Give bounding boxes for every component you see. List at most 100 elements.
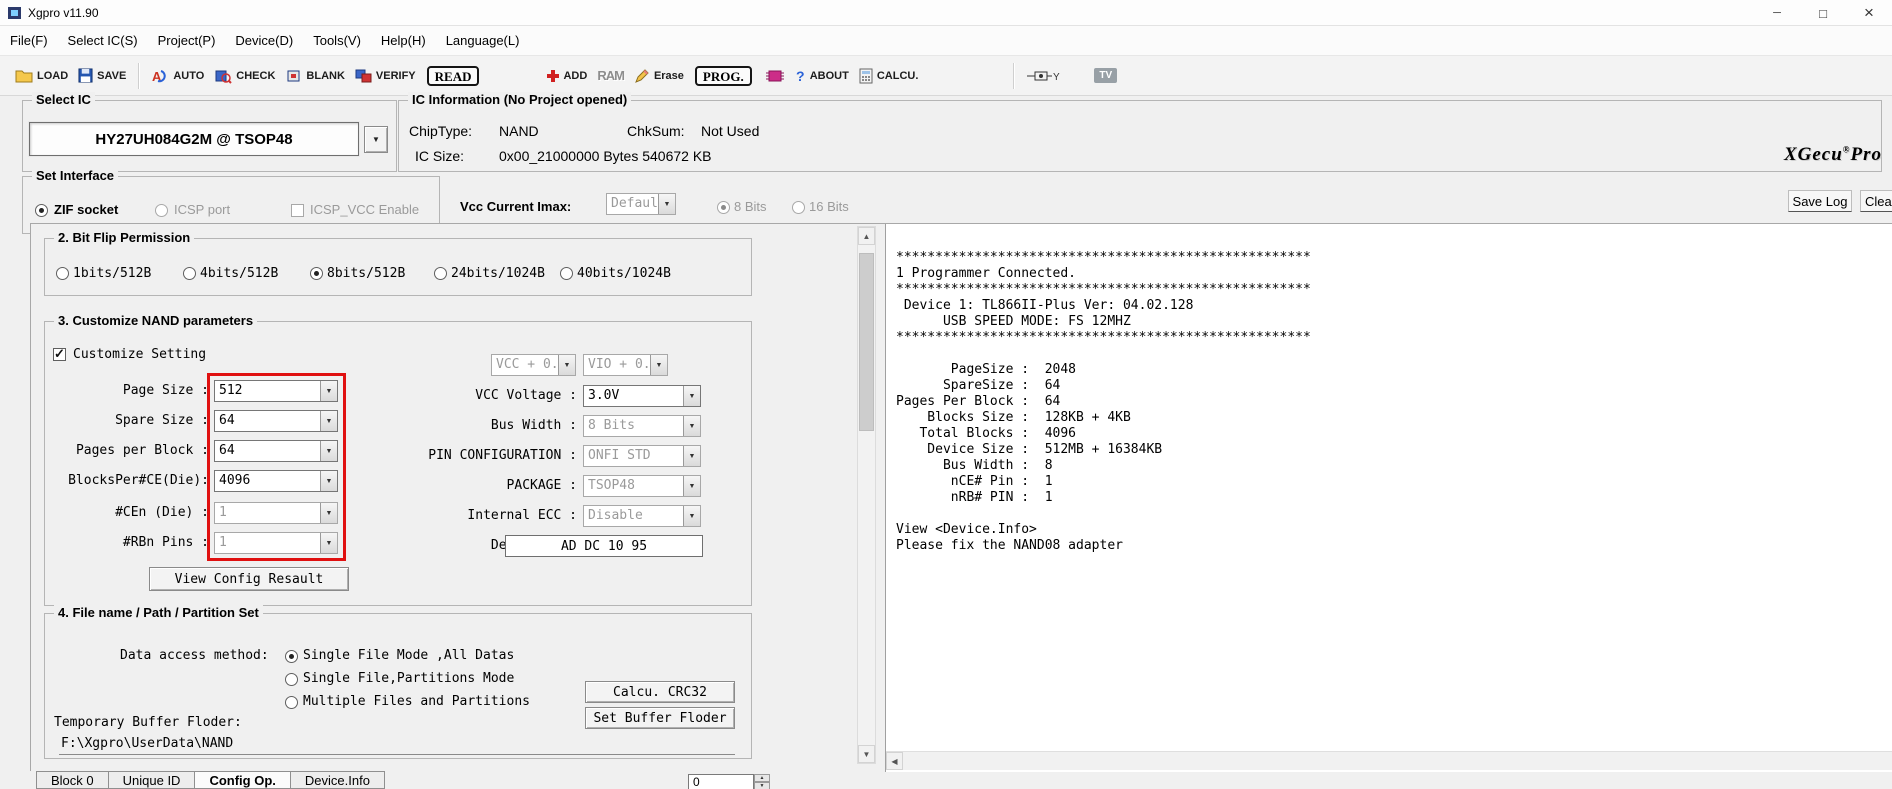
temp-path-field[interactable]: F:\Xgpro\UserData\NAND bbox=[59, 734, 735, 755]
minimize-button[interactable] bbox=[1754, 0, 1800, 26]
scroll-down-icon[interactable] bbox=[858, 745, 875, 763]
vcc-voltage-combo[interactable]: 3.0V bbox=[583, 385, 701, 407]
chevron-down-icon[interactable] bbox=[658, 194, 675, 214]
menu-item-file[interactable]: File(F) bbox=[0, 28, 58, 53]
erase-icon bbox=[635, 68, 649, 83]
menu-item-project[interactable]: Project(P) bbox=[148, 28, 226, 53]
bitflip-8bits-radio[interactable] bbox=[310, 267, 323, 280]
single-file-mode-radio[interactable] bbox=[285, 650, 298, 663]
bus-width-combo[interactable]: 8 Bits bbox=[583, 415, 701, 437]
chevron-down-icon[interactable] bbox=[683, 476, 700, 496]
spare-size-combo[interactable]: 64 bbox=[214, 410, 338, 432]
zif-socket-radio[interactable] bbox=[35, 204, 48, 217]
chip-button[interactable] bbox=[760, 66, 790, 86]
verify-label: VERIFY bbox=[375, 69, 416, 82]
add-button[interactable]: ADD bbox=[541, 66, 592, 85]
about-button[interactable]: ? ABOUT bbox=[790, 65, 854, 87]
chevron-down-icon[interactable] bbox=[683, 506, 700, 526]
bits16-radio[interactable] bbox=[792, 201, 805, 214]
calcu-button[interactable]: CALCU. bbox=[854, 65, 924, 87]
prog-button[interactable]: PROG. bbox=[694, 65, 752, 86]
page-size-combo[interactable]: 512 bbox=[214, 380, 338, 402]
spare-size-value: 64 bbox=[219, 413, 235, 428]
menu-item-tools[interactable]: Tools(V) bbox=[303, 28, 371, 53]
save-log-button[interactable]: Save Log bbox=[1788, 190, 1852, 212]
bitflip-24bits-radio[interactable] bbox=[434, 267, 447, 280]
bitflip-4bits-radio[interactable] bbox=[183, 267, 196, 280]
load-button[interactable]: LOAD bbox=[10, 66, 73, 86]
vcc-imax-combo[interactable]: Default bbox=[606, 193, 676, 215]
tab-device-info[interactable]: Device.Info bbox=[290, 771, 385, 789]
scroll-up-icon[interactable] bbox=[858, 227, 875, 245]
spinner-down-icon[interactable] bbox=[754, 782, 770, 789]
close-button[interactable] bbox=[1846, 0, 1892, 26]
icsp-port-radio[interactable] bbox=[155, 204, 168, 217]
block-spinner: 0 bbox=[688, 774, 770, 789]
bits8-label: 8 Bits bbox=[734, 199, 767, 214]
spinner-up-icon[interactable] bbox=[754, 774, 770, 782]
scrollbar-thumb[interactable] bbox=[859, 253, 874, 431]
blocks-per-ce-combo[interactable]: 4096 bbox=[214, 470, 338, 492]
log-line: Total Blocks : 4096 bbox=[896, 426, 1077, 441]
ic-dropdown-button[interactable] bbox=[364, 126, 388, 153]
internal-ecc-label: Internal ECC : bbox=[467, 508, 577, 523]
log-horizontal-scrollbar[interactable] bbox=[886, 751, 1892, 770]
read-button[interactable]: READ bbox=[426, 65, 480, 86]
tab-block0[interactable]: Block 0 bbox=[36, 771, 109, 789]
menu-item-device[interactable]: Device(D) bbox=[225, 28, 303, 53]
pin-config-combo[interactable]: ONFI STD bbox=[583, 445, 701, 467]
bits8-radio[interactable] bbox=[717, 201, 730, 214]
single-file-partitions-radio[interactable] bbox=[285, 673, 298, 686]
spare-size-label: Spare Size : bbox=[115, 413, 209, 428]
vcc-offset-combo[interactable]: VCC + 0.0V bbox=[491, 354, 576, 376]
save-button[interactable]: SAVE bbox=[73, 65, 131, 86]
bitflip-8bits-label: 8bits/512B bbox=[327, 266, 406, 281]
calc-crc32-button[interactable]: Calcu. CRC32 bbox=[585, 681, 735, 703]
check-button[interactable]: CHECK bbox=[209, 65, 280, 87]
blank-button[interactable]: BLANK bbox=[280, 65, 350, 87]
auto-button[interactable]: A AUTO bbox=[146, 65, 209, 87]
chevron-down-icon[interactable] bbox=[558, 355, 575, 375]
log-line: nRB# PIN : 1 bbox=[896, 490, 1053, 505]
pages-per-block-combo[interactable]: 64 bbox=[214, 440, 338, 462]
ram-button[interactable]: RAM bbox=[592, 65, 629, 86]
menu-item-select-ic[interactable]: Select IC(S) bbox=[58, 28, 148, 53]
scroll-left-icon[interactable] bbox=[886, 752, 903, 770]
question-icon: ? bbox=[796, 68, 805, 84]
clear-log-button[interactable]: Clea bbox=[1860, 190, 1892, 212]
erase-button[interactable]: Erase bbox=[629, 65, 689, 87]
device-id-field[interactable]: AD DC 10 95 bbox=[505, 535, 703, 557]
vertical-scrollbar[interactable] bbox=[857, 226, 876, 764]
bitflip-40bits-radio[interactable] bbox=[560, 267, 573, 280]
package-combo[interactable]: TSOP48 bbox=[583, 475, 701, 497]
pin-detect-button[interactable]: Y bbox=[1021, 66, 1065, 86]
ic-name-display[interactable]: HY27UH084G2M @ TSOP48 bbox=[29, 122, 359, 156]
multiple-files-radio[interactable] bbox=[285, 696, 298, 709]
toolbar: LOAD SAVE A AUTO CHECK BLANK VERIFY READ… bbox=[0, 56, 1892, 96]
icsp-vcc-checkbox[interactable] bbox=[291, 204, 304, 217]
chevron-down-icon[interactable] bbox=[683, 446, 700, 466]
tv-button[interactable]: TV bbox=[1089, 65, 1122, 86]
customize-setting-checkbox[interactable] bbox=[53, 346, 66, 362]
bitflip-1bits-radio[interactable] bbox=[56, 267, 69, 280]
tab-unique-id[interactable]: Unique ID bbox=[108, 771, 196, 789]
set-buffer-button[interactable]: Set Buffer Floder bbox=[585, 707, 735, 729]
view-config-button[interactable]: View Config Resault bbox=[149, 567, 349, 591]
rbn-pins-combo[interactable]: 1 bbox=[214, 532, 338, 554]
verify-button[interactable]: VERIFY bbox=[350, 65, 421, 87]
chevron-down-icon[interactable] bbox=[683, 386, 700, 406]
internal-ecc-combo[interactable]: Disable bbox=[583, 505, 701, 527]
menu-item-language[interactable]: Language(L) bbox=[436, 28, 530, 53]
block-spinner-value[interactable]: 0 bbox=[688, 774, 754, 789]
maximize-button[interactable] bbox=[1800, 0, 1846, 26]
tab-config-op[interactable]: Config Op. bbox=[195, 771, 291, 789]
log-panel[interactable]: ****************************************… bbox=[885, 224, 1892, 772]
save-label: SAVE bbox=[97, 69, 127, 82]
chevron-down-icon[interactable] bbox=[683, 416, 700, 436]
icsp-vcc-label: ICSP_VCC Enable bbox=[310, 202, 420, 217]
vio-offset-combo[interactable]: VIO + 0.0V bbox=[583, 354, 668, 376]
cen-die-combo[interactable]: 1 bbox=[214, 502, 338, 524]
chevron-down-icon[interactable] bbox=[650, 355, 667, 375]
add-icon bbox=[547, 70, 560, 82]
menu-item-help[interactable]: Help(H) bbox=[371, 28, 436, 53]
